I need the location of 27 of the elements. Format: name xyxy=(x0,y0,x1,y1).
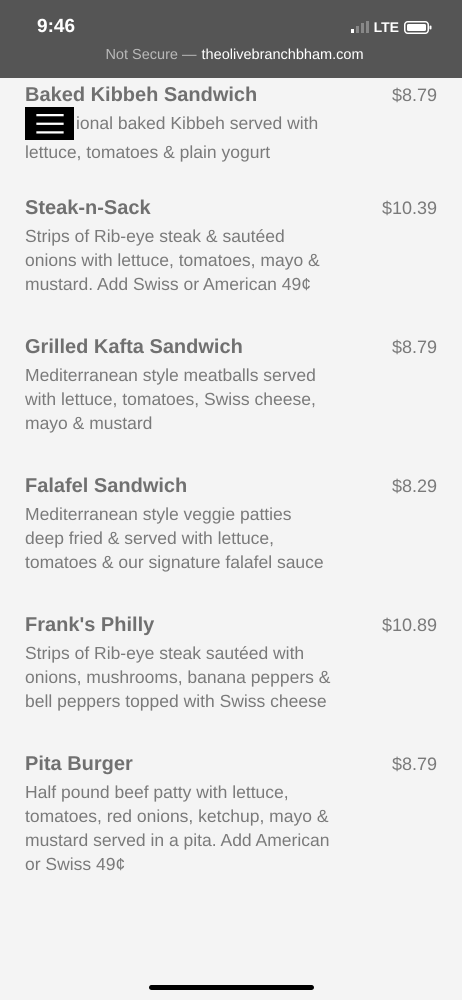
dish-price: $8.79 xyxy=(392,85,437,106)
dish-name: Falafel Sandwich xyxy=(25,475,188,498)
dish-description: Mediterranean style veggie patties deep fried & served with lettuce, tomatoes & our signature falafel sauce xyxy=(25,503,325,574)
dish-description: Strips of Rib-eye steak sautéed with onions, mushrooms, banana peppers & bell peppers topped with Swiss cheese xyxy=(25,642,331,713)
site-address[interactable]: theolivebranchbham.com xyxy=(202,47,364,63)
dish-description: Half pound beef patty with lettuce, tomatoes, red onions, ketchup, mayo & mustard served in a pita. Add American or Swiss 49¢ xyxy=(25,781,330,876)
dish-price: $10.89 xyxy=(382,615,437,636)
dish-name: Grilled Kafta Sandwich xyxy=(25,336,243,359)
menu-icon xyxy=(36,114,64,134)
dish-name: Steak-n-Sack xyxy=(25,197,151,220)
dish-price: $10.39 xyxy=(382,198,437,219)
description-line: lettuce, tomatoes & plain yogurt xyxy=(25,142,270,162)
dish-price: $8.29 xyxy=(392,476,437,497)
security-label: Not Secure — xyxy=(105,47,197,63)
description-line: ional baked Kibbeh served with xyxy=(76,113,318,133)
dish-price: $8.79 xyxy=(392,754,437,775)
dish-price: $8.79 xyxy=(392,337,437,358)
menu-button[interactable] xyxy=(25,107,74,140)
dish-name: Baked Kibbeh Sandwich xyxy=(25,84,258,107)
clock-time: 9:46 xyxy=(37,16,76,38)
network-label: LTE xyxy=(374,19,399,35)
battery-icon xyxy=(404,20,432,34)
dish-name: Frank's Philly xyxy=(25,614,154,637)
dish-description: Strips of Rib-eye steak & sautéed onions with lettuce, tomatoes, mayo & mustard. Add Swiss or American 49¢ xyxy=(25,225,321,296)
dish-name: Pita Burger xyxy=(25,753,133,776)
signal-icon xyxy=(350,21,369,33)
dish-description: Mediterranean style meatballs served with lettuce, tomatoes, Swiss cheese, mayo & mustard xyxy=(25,364,317,435)
